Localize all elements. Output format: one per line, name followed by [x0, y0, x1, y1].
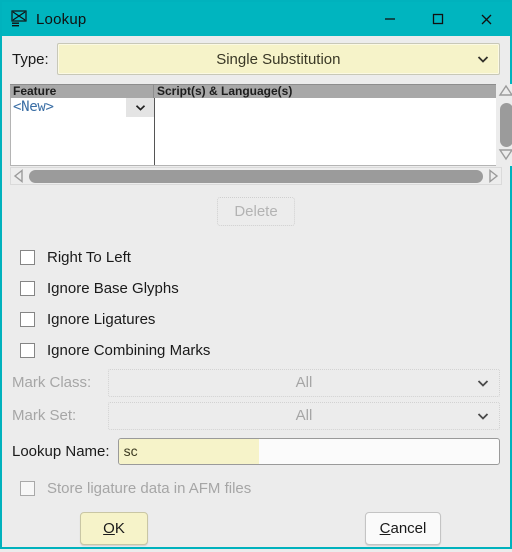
lookup-dialog: Lookup Type: Single Substitution Feature — [0, 0, 512, 549]
lookup-name-value: sc — [124, 443, 138, 459]
checkbox-box[interactable] — [20, 312, 35, 327]
cancel-mnemonic: C — [380, 520, 391, 537]
checkbox-ignore-base-glyphs[interactable]: Ignore Base Glyphs — [20, 273, 510, 304]
table-row: <New> — [10, 98, 502, 166]
ok-label-rest: K — [115, 520, 125, 537]
checkbox-ignore-combining-marks[interactable]: Ignore Combining Marks — [20, 335, 510, 366]
maximize-icon[interactable] — [414, 2, 462, 36]
horizontal-scrollbar[interactable] — [10, 167, 502, 185]
button-row: OK Cancel — [2, 506, 510, 552]
minimize-icon[interactable] — [366, 2, 414, 36]
delete-button: Delete — [217, 197, 294, 226]
checkbox-ignore-ligatures[interactable]: Ignore Ligatures — [20, 304, 510, 335]
checkbox-box[interactable] — [20, 250, 35, 265]
lookup-name-selection: sc — [119, 439, 259, 464]
mark-class-label: Mark Class: — [12, 374, 108, 391]
cancel-label-rest: ancel — [390, 520, 426, 537]
fontforge-glyph-icon — [10, 10, 28, 28]
horizontal-scroll-thumb[interactable] — [29, 170, 483, 183]
column-header-scripts: Script(s) & Language(s) — [154, 85, 502, 98]
type-row: Type: Single Substitution — [2, 36, 510, 76]
checkbox-box[interactable] — [20, 343, 35, 358]
chevron-down-icon — [477, 407, 489, 425]
window-controls — [366, 2, 510, 36]
checkbox-label: Ignore Combining Marks — [47, 342, 210, 359]
title-bar: Lookup — [2, 2, 510, 36]
lookup-name-row: Lookup Name: sc — [2, 434, 510, 468]
vertical-scroll-thumb[interactable] — [500, 103, 512, 147]
mark-class-row: Mark Class: All — [2, 366, 510, 399]
checkbox-box[interactable] — [20, 281, 35, 296]
mark-set-row: Mark Set: All — [2, 399, 510, 432]
scroll-down-arrow-icon[interactable] — [498, 148, 512, 166]
checkbox-label: Ignore Ligatures — [47, 311, 155, 328]
close-icon[interactable] — [462, 2, 510, 36]
type-label: Type: — [12, 51, 49, 68]
cancel-button[interactable]: Cancel — [365, 512, 441, 545]
delete-row: Delete — [2, 197, 510, 226]
ok-button[interactable]: OK — [80, 512, 148, 545]
scroll-left-arrow-icon[interactable] — [11, 169, 27, 183]
checkbox-box — [20, 481, 35, 496]
list-header: Feature Script(s) & Language(s) — [10, 84, 502, 98]
checkbox-right-to-left[interactable]: Right To Left — [20, 242, 510, 273]
vertical-scrollbar[interactable] — [496, 84, 512, 166]
type-dropdown[interactable]: Single Substitution — [57, 43, 500, 75]
window-title: Lookup — [36, 11, 86, 28]
checkbox-label: Store ligature data in AFM files — [47, 480, 251, 497]
lookup-name-input[interactable]: sc — [118, 438, 500, 465]
scroll-right-arrow-icon[interactable] — [485, 169, 501, 183]
mark-class-value: All — [296, 374, 313, 391]
ok-mnemonic: O — [103, 520, 115, 537]
scripts-cell[interactable] — [155, 98, 501, 165]
feature-cell[interactable]: <New> — [11, 98, 155, 165]
type-value: Single Substitution — [216, 51, 340, 68]
chevron-down-icon — [477, 374, 489, 392]
mark-set-dropdown: All — [108, 402, 500, 430]
chevron-down-icon — [477, 50, 489, 68]
flag-checkboxes: Right To Left Ignore Base Glyphs Ignore … — [20, 242, 510, 366]
column-header-feature: Feature — [10, 85, 154, 98]
mark-class-dropdown: All — [108, 369, 500, 397]
checkbox-label: Right To Left — [47, 249, 131, 266]
checkbox-label: Ignore Base Glyphs — [47, 280, 179, 297]
feature-cell-dropdown[interactable] — [126, 98, 154, 117]
scroll-up-arrow-icon[interactable] — [498, 84, 512, 102]
mark-set-value: All — [296, 407, 313, 424]
checkbox-store-afm: Store ligature data in AFM files — [20, 476, 510, 500]
feature-list: Feature Script(s) & Language(s) <New> — [10, 84, 502, 166]
mark-set-label: Mark Set: — [12, 407, 108, 424]
lookup-name-label: Lookup Name: — [12, 443, 110, 460]
